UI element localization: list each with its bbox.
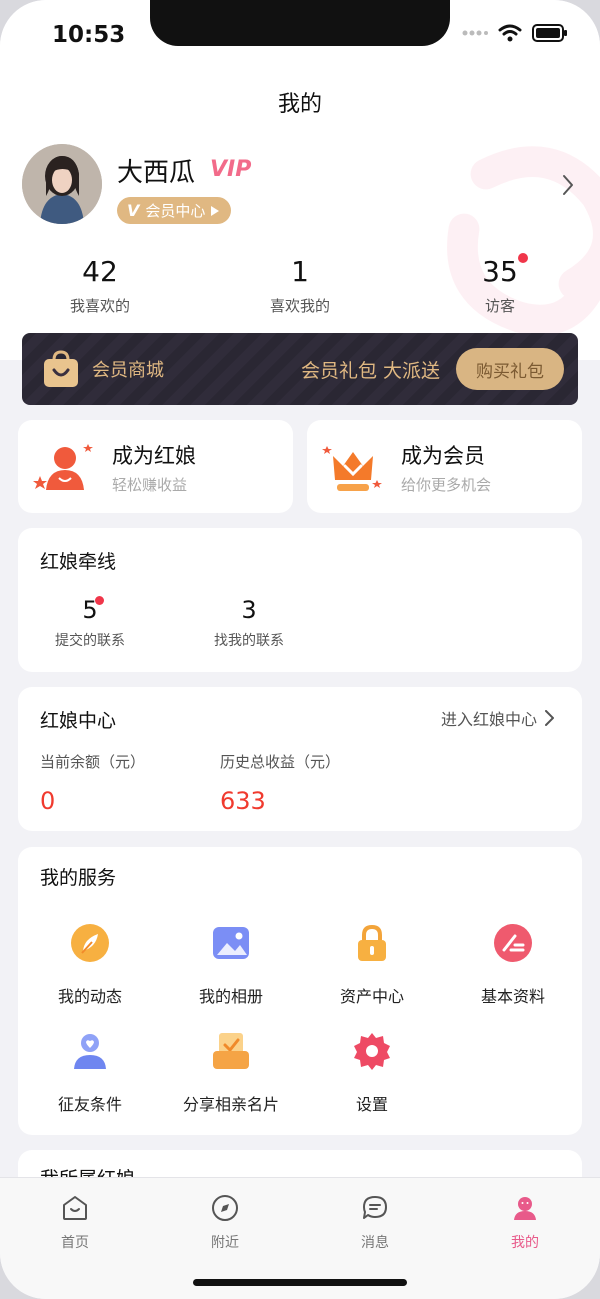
income-value: 633 [220, 787, 266, 815]
heart-person-icon [74, 1034, 106, 1069]
vip-center-button[interactable]: V 会员中心 [117, 197, 232, 224]
service-basic-info[interactable]: 基本资料 [443, 923, 583, 1007]
home-indicator[interactable] [193, 1279, 407, 1286]
service-label: 分享相亲名片 [182, 1095, 279, 1114]
service-match-criteria[interactable]: 征友条件 [20, 1031, 160, 1115]
gift-promo-text: 会员礼包 大派送 [300, 359, 440, 382]
decorative-logo-watermark [447, 146, 600, 336]
tab-home[interactable]: 首页 [0, 1178, 150, 1299]
compass-icon [212, 1195, 238, 1221]
photo-album-icon [213, 927, 249, 959]
promo-card-title: 成为会员 [401, 444, 485, 468]
enter-link-label: 进入红娘中心 [440, 710, 537, 729]
tab-label: 消息 [361, 1235, 389, 1251]
stat-value: 35 [482, 255, 518, 288]
stat-label: 访客 [484, 297, 515, 315]
crown-icon [322, 446, 382, 491]
status-time: 10:53 [52, 22, 126, 48]
service-label: 我的动态 [57, 987, 122, 1006]
matchmaking-title: 红娘牵线 [40, 551, 117, 573]
matchmaking-card: 红娘牵线 5 提交的联系 3 找我的联系 [18, 528, 582, 672]
gear-icon [354, 1033, 390, 1070]
service-label: 基本资料 [480, 987, 545, 1006]
shopping-bag-icon [44, 350, 78, 387]
service-label: 我的相册 [198, 987, 263, 1006]
avatar[interactable] [22, 144, 102, 224]
phone-screen: 10:53 我的 大西瓜 VIP V 会员中心 42 我喜欢的 1 喜欢我的 3… [0, 0, 600, 1299]
profile-stats: 42 我喜欢的 1 喜欢我的 35 访客 [0, 253, 600, 316]
member-mall-banner[interactable]: 会员商城 会员礼包 大派送 购买礼包 [22, 333, 578, 405]
service-label: 设置 [355, 1095, 388, 1114]
edit-icon [494, 924, 532, 962]
service-settings[interactable]: 设置 [302, 1031, 442, 1115]
member-mall-label: 会员商城 [92, 360, 164, 381]
stat-visitors[interactable]: 35 访客 [400, 253, 600, 316]
counter-label: 提交的联系 [55, 633, 125, 649]
battery-icon [532, 24, 567, 42]
contacts-for-me[interactable]: 3 找我的联系 [194, 596, 304, 650]
device-notch [150, 0, 450, 46]
service-label: 资产中心 [339, 987, 404, 1006]
promo-card-title: 成为红娘 [112, 444, 196, 468]
share-card-icon [213, 1033, 249, 1069]
counter-label: 找我的联系 [214, 633, 284, 649]
promo-card-subtitle: 轻松赚收益 [112, 476, 188, 494]
service-my-album[interactable]: 我的相册 [161, 923, 301, 1007]
vip-mark: VIP [210, 157, 252, 182]
play-triangle-icon [211, 205, 220, 216]
notification-dot [518, 253, 528, 263]
status-icons [462, 24, 568, 42]
matchmaker-person-icon [33, 444, 93, 490]
signal-icon [462, 30, 488, 36]
vip-pill-v: V [127, 201, 140, 220]
stat-label: 我喜欢的 [69, 297, 130, 315]
chevron-right-icon[interactable] [562, 174, 574, 196]
service-asset-center[interactable]: 资产中心 [302, 923, 442, 1007]
counter-value: 5 [82, 596, 104, 624]
service-my-posts[interactable]: 我的动态 [20, 923, 160, 1007]
my-services-card: 我的服务 我的动态 我的相册 资产中心 基本资料 征友条件 分享相亲名片 设置 [18, 847, 582, 1135]
stat-liked-me[interactable]: 1 喜欢我的 [200, 255, 400, 316]
stat-label: 喜欢我的 [269, 297, 330, 315]
stat-liked[interactable]: 42 我喜欢的 [0, 255, 200, 316]
promo-card-subtitle: 给你更多机会 [401, 476, 492, 494]
stat-value: 42 [82, 255, 118, 288]
username: 大西瓜 [117, 158, 196, 188]
feather-icon [71, 924, 109, 962]
become-matchmaker-card[interactable]: 成为红娘 轻松赚收益 [18, 420, 293, 513]
balance-value: 0 [40, 787, 56, 815]
chevron-right-icon [545, 710, 554, 726]
message-icon [363, 1196, 387, 1219]
vip-center-label: 会员中心 [145, 202, 206, 220]
matchmaker-center-title: 红娘中心 [40, 710, 117, 732]
submitted-contacts[interactable]: 5 提交的联系 [35, 596, 145, 650]
profile-icon [514, 1197, 536, 1220]
notification-dot [94, 596, 104, 605]
counter-number: 3 [241, 596, 257, 624]
service-label: 征友条件 [57, 1095, 122, 1114]
tab-label: 附近 [211, 1235, 239, 1251]
tab-label: 我的 [511, 1235, 539, 1251]
tab-profile[interactable]: 我的 [450, 1178, 600, 1299]
buy-gift-button[interactable]: 购买礼包 [456, 348, 564, 390]
services-title: 我的服务 [40, 867, 117, 889]
lock-icon [358, 924, 386, 961]
service-share-card[interactable]: 分享相亲名片 [161, 1031, 301, 1115]
home-icon [63, 1196, 87, 1220]
balance-label: 当前余额（元） [40, 753, 146, 771]
enter-matchmaker-center-link[interactable]: 进入红娘中心 [441, 706, 554, 730]
stat-value: 1 [291, 255, 309, 288]
page-title: 我的 [277, 92, 322, 117]
wifi-icon [498, 24, 522, 42]
avatar-photo [22, 144, 102, 224]
tab-label: 首页 [61, 1235, 89, 1251]
income-label: 历史总收益（元） [220, 753, 341, 771]
become-member-card[interactable]: 成为会员 给你更多机会 [307, 420, 582, 513]
matchmaker-center-card: 红娘中心 进入红娘中心 当前余额（元） 0 历史总收益（元） 633 [18, 687, 582, 831]
